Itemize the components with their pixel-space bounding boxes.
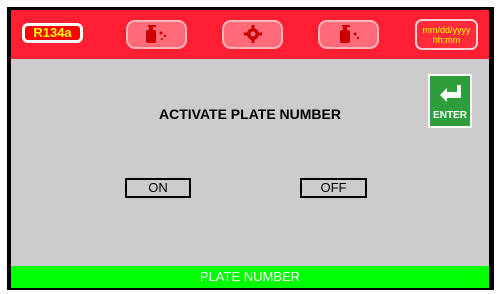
time-format: hh:mm bbox=[432, 35, 461, 45]
tank-refill-icon bbox=[146, 25, 167, 43]
footer-label: PLATE NUMBER bbox=[199, 269, 301, 284]
settings-button[interactable] bbox=[222, 20, 283, 49]
tank-icon bbox=[340, 25, 360, 43]
date-format: mm/dd/yyyy bbox=[422, 25, 471, 35]
enter-button[interactable]: ENTER bbox=[428, 74, 472, 128]
tank-refill-button[interactable] bbox=[126, 20, 187, 49]
datetime-button[interactable]: mm/dd/yyyy hh:mm bbox=[415, 19, 478, 50]
off-button[interactable]: OFF bbox=[300, 178, 367, 198]
settings-gear-icon bbox=[244, 25, 262, 43]
refrigerant-label: R134a bbox=[33, 25, 72, 40]
screen: R134a mm/dd/yyyy hh:mm ACTIVATE PLATE NU… bbox=[11, 10, 489, 288]
bottom-bar: PLATE NUMBER bbox=[11, 266, 489, 288]
enter-arrow-icon bbox=[440, 85, 461, 102]
enter-label: ENTER bbox=[433, 110, 467, 121]
top-bar: R134a mm/dd/yyyy hh:mm bbox=[11, 10, 489, 59]
refrigerant-badge: R134a bbox=[22, 23, 83, 43]
tank-button[interactable] bbox=[318, 20, 379, 49]
on-button[interactable]: ON bbox=[125, 178, 191, 198]
page-title: ACTIVATE PLATE NUMBER bbox=[159, 106, 341, 122]
